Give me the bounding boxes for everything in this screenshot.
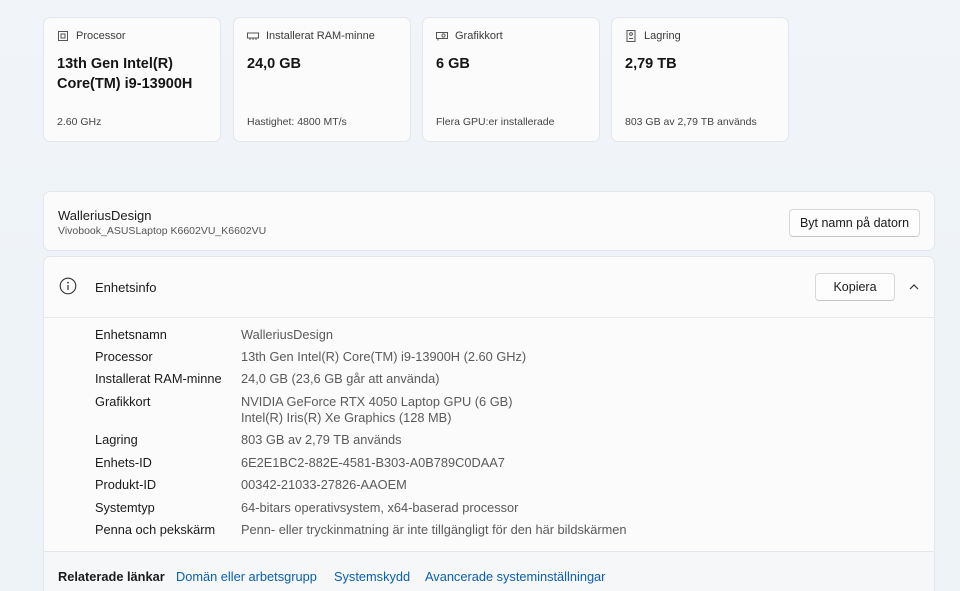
link-domain-workgroup[interactable]: Domän eller arbetsgrupp xyxy=(176,569,317,584)
card-subtext: Hastighet: 4800 MT/s xyxy=(247,116,347,128)
device-model: Vivobook_ASUSLaptop K6602VU_K6602VU xyxy=(58,225,267,237)
info-key: Lagring xyxy=(95,432,138,447)
device-info-header[interactable]: Enhetsinfo Kopiera xyxy=(43,256,935,318)
related-links-bar: Relaterade länkar Domän eller arbetsgrup… xyxy=(43,551,935,591)
card-subtext: 2.60 GHz xyxy=(57,116,102,128)
info-key: Penna och pekskärm xyxy=(95,522,216,537)
gpu-card: Grafikkort 6 GB Flera GPU:er installerad… xyxy=(422,17,600,142)
card-subtext: 803 GB av 2,79 TB används xyxy=(625,116,757,128)
card-header: Grafikkort xyxy=(455,30,503,42)
info-value: Intel(R) Iris(R) Xe Graphics (128 MB) xyxy=(241,410,452,425)
info-value: 13th Gen Intel(R) Core(TM) i9-13900H (2.… xyxy=(241,349,527,364)
processor-icon xyxy=(58,31,68,41)
related-links-label: Relaterade länkar xyxy=(58,569,165,584)
info-value: 6E2E1BC2-882E-4581-B303-A0B789C0DAA7 xyxy=(241,455,505,470)
info-value: NVIDIA GeForce RTX 4050 Laptop GPU (6 GB… xyxy=(241,394,513,409)
copy-button[interactable]: Kopiera xyxy=(815,273,895,301)
processor-card: Processor 13th Gen Intel(R) Core(TM) i9-… xyxy=(43,17,221,142)
device-name-panel: WalleriusDesign Vivobook_ASUSLaptop K660… xyxy=(43,191,935,251)
info-key: Installerat RAM-minne xyxy=(95,371,222,386)
link-advanced-system-settings[interactable]: Avancerade systeminställningar xyxy=(425,569,605,584)
info-key: Systemtyp xyxy=(95,500,155,515)
info-key: Produkt-ID xyxy=(95,477,157,492)
rename-pc-button[interactable]: Byt namn på datorn xyxy=(789,209,920,237)
info-value: Penn- eller tryckinmatning är inte tillg… xyxy=(241,522,627,537)
info-key: Enhetsnamn xyxy=(95,327,167,342)
card-value: 13th Gen Intel(R) Core(TM) i9-13900H xyxy=(57,56,193,92)
ram-icon xyxy=(247,32,259,40)
card-header: Lagring xyxy=(644,30,681,42)
storage-icon xyxy=(626,30,636,42)
device-info-body: Enhetsnamn WalleriusDesign Processor 13t… xyxy=(43,317,935,552)
info-key: Grafikkort xyxy=(95,394,151,409)
card-value: 24,0 GB xyxy=(247,56,301,72)
device-name: WalleriusDesign xyxy=(58,208,152,223)
card-value: 2,79 TB xyxy=(625,56,677,72)
info-key: Enhets-ID xyxy=(95,455,152,470)
card-header: Installerat RAM-minne xyxy=(266,30,375,42)
info-value: 00342-21033-27826-AAOEM xyxy=(241,477,407,492)
gpu-icon xyxy=(436,32,448,41)
info-value: 24,0 GB (23,6 GB går att använda) xyxy=(241,371,440,386)
info-value: 64-bitars operativsystem, x64-baserad pr… xyxy=(241,500,519,515)
device-info-title: Enhetsinfo xyxy=(95,280,157,295)
info-icon xyxy=(59,277,77,295)
card-value: 6 GB xyxy=(436,56,470,72)
storage-card: Lagring 2,79 TB 803 GB av 2,79 TB använd… xyxy=(611,17,789,142)
info-value: 803 GB av 2,79 TB används xyxy=(241,432,402,447)
card-header: Processor xyxy=(76,30,126,42)
card-subtext: Flera GPU:er installerade xyxy=(436,116,555,128)
ram-card: Installerat RAM-minne 24,0 GB Hastighet:… xyxy=(233,17,411,142)
chevron-up-icon[interactable] xyxy=(908,281,920,293)
link-system-protection[interactable]: Systemskydd xyxy=(334,569,410,584)
info-value: WalleriusDesign xyxy=(241,327,333,342)
info-key: Processor xyxy=(95,349,153,364)
